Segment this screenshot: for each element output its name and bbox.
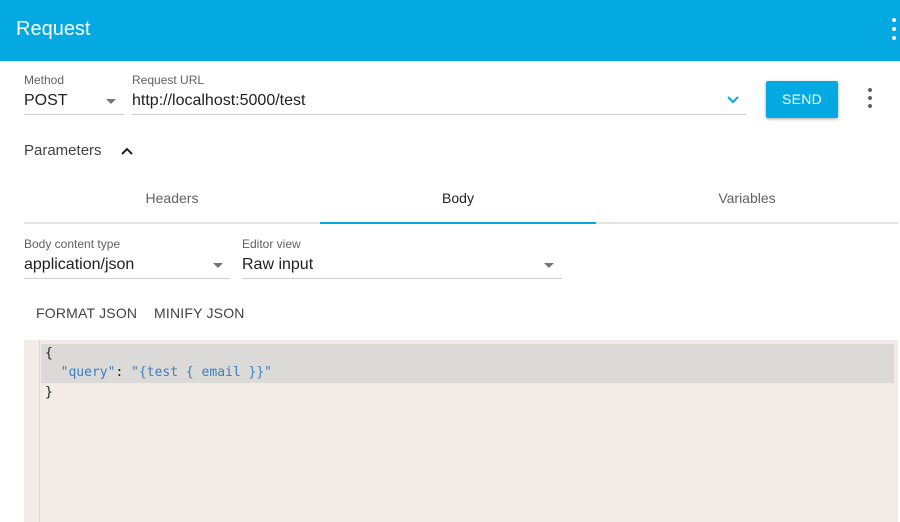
request-url-label: Request URL xyxy=(132,73,205,87)
request-url-value: http://localhost:5000/test xyxy=(132,92,306,109)
code-line-1: { xyxy=(45,346,53,361)
method-value: POST xyxy=(24,92,68,109)
tab-headers[interactable]: Headers xyxy=(24,174,320,222)
json-key: "query" xyxy=(60,365,116,380)
tab-variables[interactable]: Variables xyxy=(596,174,898,222)
code-line-2: "query": "{test { email }}" xyxy=(60,365,272,380)
request-url-underline xyxy=(132,114,746,115)
body-content-type-label: Body content type xyxy=(24,237,121,251)
editor-view-label: Editor view xyxy=(242,237,301,251)
request-url-input[interactable]: Request URL http://localhost:5000/test xyxy=(132,73,746,115)
tab-body[interactable]: Body xyxy=(320,174,596,222)
body-content-type-value: application/json xyxy=(24,256,135,273)
more-vert-icon[interactable] xyxy=(888,18,900,42)
json-value: "{test { email }}" xyxy=(131,365,272,380)
editor-gutter xyxy=(24,340,40,522)
parameters-label: Parameters xyxy=(24,142,102,159)
chevron-down-icon[interactable] xyxy=(726,93,740,107)
request-more-vert-icon[interactable] xyxy=(864,88,876,110)
editor-view-value: Raw input xyxy=(242,256,314,273)
app-bar: Request xyxy=(0,0,900,61)
chevron-up-icon xyxy=(121,147,133,155)
editor-view-select[interactable]: Editor view Raw input xyxy=(242,237,562,279)
active-tab-indicator xyxy=(320,222,596,224)
method-select[interactable]: Method POST xyxy=(24,73,124,115)
dropdown-arrow-icon xyxy=(544,263,554,268)
method-label: Method xyxy=(24,73,65,87)
code-editor[interactable]: { "query": "{test { email }}" } xyxy=(24,340,898,522)
parameters-toggle[interactable]: Parameters xyxy=(24,138,144,164)
parameters-tabs: Headers Body Variables xyxy=(24,174,898,224)
dropdown-arrow-icon xyxy=(213,263,223,268)
editor-view-underline xyxy=(242,278,562,279)
minify-json-button[interactable]: MINIFY JSON xyxy=(154,301,245,325)
app-title: Request xyxy=(16,18,91,40)
send-button[interactable]: SEND xyxy=(766,81,838,118)
dropdown-arrow-icon xyxy=(106,99,116,104)
code-line-3: } xyxy=(45,385,53,400)
method-underline xyxy=(24,114,124,115)
body-content-type-underline xyxy=(24,278,230,279)
format-json-button[interactable]: FORMAT JSON xyxy=(36,301,137,325)
body-content-type-select[interactable]: Body content type application/json xyxy=(24,237,230,279)
